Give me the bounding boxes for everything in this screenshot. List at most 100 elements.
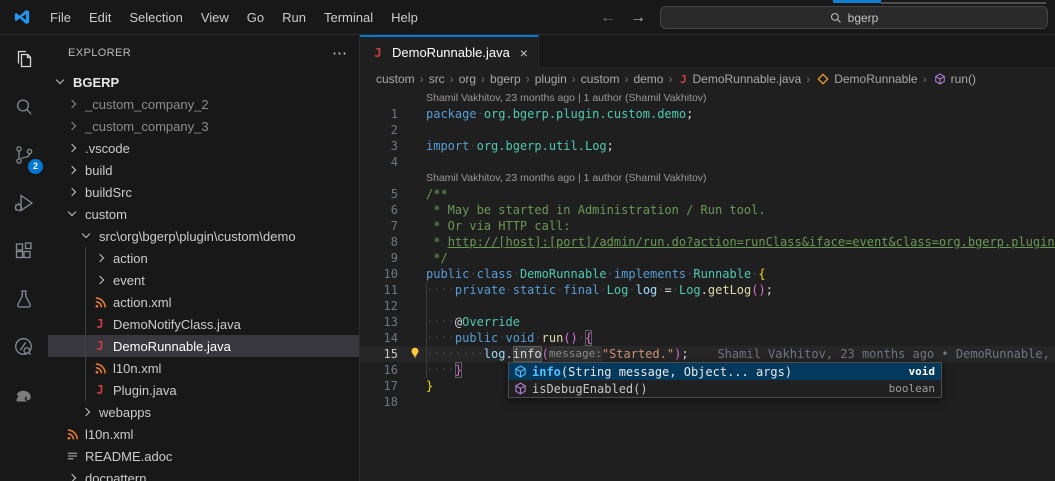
- breadcrumb-item-demorunnable-java[interactable]: JDemoRunnable.java: [677, 72, 801, 86]
- code-token: ;: [607, 138, 614, 154]
- breadcrumb-item-demorunnable[interactable]: DemoRunnable: [815, 72, 917, 86]
- breadcrumb-item-plugin[interactable]: plugin: [535, 72, 567, 86]
- breadcrumb-item-custom[interactable]: custom: [376, 72, 415, 86]
- tree-item-action[interactable]: action: [48, 247, 359, 269]
- codelens-blame-annotation[interactable]: Shamil Vakhitov, 23 months ago | 1 autho…: [360, 90, 1055, 106]
- activity-explorer-files-icon[interactable]: [0, 35, 48, 83]
- breadcrumb-item-demo[interactable]: demo: [633, 72, 663, 86]
- menu-terminal[interactable]: Terminal: [315, 0, 382, 35]
- gutter-gap: [398, 330, 426, 346]
- menu-file[interactable]: File: [41, 0, 80, 35]
- suggest-item-info-string-message-object-args[interactable]: info(String message, Object... args)void: [509, 363, 941, 380]
- tree-item-label: custom: [85, 207, 127, 222]
- activity-testing-beaker-icon[interactable]: [0, 275, 48, 323]
- breadcrumb-item-org[interactable]: org: [459, 72, 476, 86]
- lightbulb-quickfix-icon[interactable]: [408, 346, 424, 362]
- activity-search-search-icon[interactable]: [0, 83, 48, 131]
- tree-item-plugin-java[interactable]: JPlugin.java: [48, 379, 359, 401]
- tree-item-custom-company-2[interactable]: _custom_company_2: [48, 93, 359, 115]
- activity-inspector-circle-tool-icon[interactable]: [0, 323, 48, 371]
- tree-item-custom[interactable]: custom: [48, 203, 359, 225]
- tree-item-action-xml[interactable]: action.xml: [48, 291, 359, 313]
- activity-run-and-debug-debug-icon[interactable]: [0, 179, 48, 227]
- code-token: {: [758, 266, 765, 282]
- chevron-right-icon: [64, 140, 80, 156]
- tree-item-vscode[interactable]: .vscode: [48, 137, 359, 159]
- code-line-10[interactable]: 10public·class·DemoRunnable·implements·R…: [360, 266, 1055, 282]
- code-token: "Started.": [602, 346, 674, 362]
- forward-arrow-icon[interactable]: →: [630, 9, 646, 27]
- code-line-6[interactable]: 6 * May be started in Administration / R…: [360, 202, 1055, 218]
- code-token: ·: [505, 282, 512, 298]
- chevron-down-icon: [78, 228, 94, 244]
- tab-demorunnable-java[interactable]: J DemoRunnable.java ×: [360, 35, 539, 68]
- menu-help[interactable]: Help: [382, 0, 427, 35]
- java-file-icon: J: [92, 339, 108, 353]
- tree-item-root-bgerp[interactable]: BGERP: [48, 71, 359, 93]
- line-number: 5: [360, 186, 398, 202]
- tree-item-webapps[interactable]: webapps: [48, 401, 359, 423]
- activity-gradle-gradle-elephant-icon[interactable]: [0, 371, 48, 419]
- tree-item-l10n-xml[interactable]: l10n.xml: [48, 357, 359, 379]
- breadcrumb-item-src[interactable]: src: [429, 72, 445, 86]
- tree-item-docpattern[interactable]: docpattern: [48, 467, 359, 481]
- breadcrumb-item-bgerp[interactable]: bgerp: [490, 72, 521, 86]
- code-line-14[interactable]: 14····public·void·run()·{: [360, 330, 1055, 346]
- breadcrumb-item-custom[interactable]: custom: [581, 72, 620, 86]
- back-arrow-icon[interactable]: ←: [600, 9, 616, 27]
- tree-item-src-org-bgerp-plugin-custom-demo[interactable]: src\org\bgerp\plugin\custom\demo: [48, 225, 359, 247]
- code-line-8[interactable]: 8 * http://[host]:[port]/admin/run.do?ac…: [360, 234, 1055, 250]
- code-token: ····: [426, 282, 455, 298]
- tree-item-build[interactable]: build: [48, 159, 359, 181]
- code-line-3[interactable]: 3import·org.bgerp.util.Log;: [360, 138, 1055, 154]
- code-line-5[interactable]: 5/**: [360, 186, 1055, 202]
- code-line-2[interactable]: 2: [360, 122, 1055, 138]
- tree-item-demorunnable-java[interactable]: JDemoRunnable.java: [48, 335, 359, 357]
- tree-item-buildsrc[interactable]: buildSrc: [48, 181, 359, 203]
- suggest-item-isdebugenabled[interactable]: isDebugEnabled()boolean: [509, 380, 941, 397]
- tree-item-demonotifyclass-java[interactable]: JDemoNotifyClass.java: [48, 313, 359, 335]
- code-token: (): [751, 282, 765, 298]
- code-token: {: [585, 330, 592, 346]
- menu-view[interactable]: View: [192, 0, 238, 35]
- code-area[interactable]: Shamil Vakhitov, 23 months ago | 1 autho…: [360, 90, 1055, 481]
- activity-extensions-extensions-icon[interactable]: [0, 227, 48, 275]
- menu-run[interactable]: Run: [273, 0, 315, 35]
- code-line-15[interactable]: 15········log.info(message:"Started."); …: [360, 346, 1055, 362]
- activity-source-control-source-control-icon[interactable]: 2: [0, 131, 48, 179]
- code-token: *: [426, 234, 448, 250]
- code-line-4[interactable]: 4: [360, 154, 1055, 170]
- code-line-9[interactable]: 9 */: [360, 250, 1055, 266]
- menu-selection[interactable]: Selection: [120, 0, 191, 35]
- code-line-13[interactable]: 13····@Override: [360, 314, 1055, 330]
- breadcrumb-item-run[interactable]: run(): [932, 72, 976, 86]
- line-number: 14: [360, 330, 398, 346]
- tree-item-readme-adoc[interactable]: README.adoc: [48, 445, 359, 467]
- tree-item-l10n-xml[interactable]: l10n.xml: [48, 423, 359, 445]
- close-icon[interactable]: ×: [520, 45, 528, 61]
- code-token: ·: [513, 266, 520, 282]
- gutter-gap: [398, 106, 426, 122]
- tree-item-label: l10n.xml: [85, 427, 133, 442]
- code-line-12[interactable]: 12: [360, 298, 1055, 314]
- class-symbol-icon: [815, 73, 831, 85]
- code-line-7[interactable]: 7 * Or via HTTP call:: [360, 218, 1055, 234]
- suggest-item-return-type: void: [909, 365, 936, 378]
- code-token: * May be started in Administration / Run…: [426, 202, 766, 218]
- gutter-gap: [398, 266, 426, 282]
- command-center-search[interactable]: bgerp: [660, 6, 1048, 29]
- codelens-blame-annotation[interactable]: Shamil Vakhitov, 23 months ago | 1 autho…: [360, 170, 1055, 186]
- code-line-11[interactable]: 11····private·static·final·Log·log·=·Log…: [360, 282, 1055, 298]
- menu-go[interactable]: Go: [238, 0, 273, 35]
- chevron-right-icon: [64, 470, 80, 481]
- code-line-1[interactable]: 1package·org.bgerp.plugin.custom.demo;: [360, 106, 1055, 122]
- menu-edit[interactable]: Edit: [80, 0, 120, 35]
- tree-item-custom-company-3[interactable]: _custom_company_3: [48, 115, 359, 137]
- line-number: 10: [360, 266, 398, 282]
- code-token: (): [563, 330, 577, 346]
- more-actions-icon[interactable]: ⋯: [332, 44, 347, 62]
- chevron-right-icon: [92, 250, 108, 266]
- explorer-sidebar: EXPLORER ⋯ BGERP_custom_company_2_custom…: [48, 35, 360, 481]
- tree-item-event[interactable]: event: [48, 269, 359, 291]
- tree-item-label: event: [113, 273, 145, 288]
